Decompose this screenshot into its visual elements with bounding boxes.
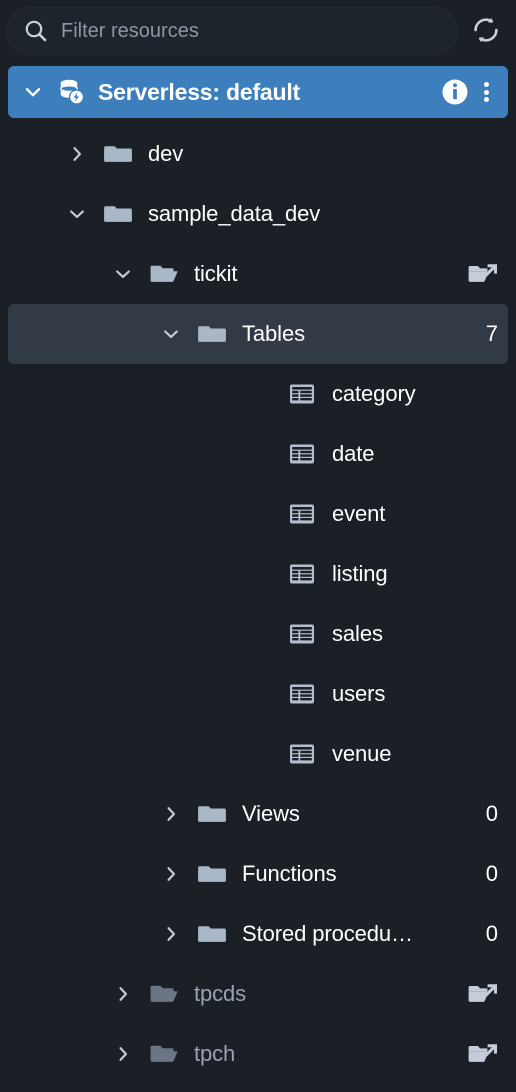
tree-row-label: sample_data_dev	[148, 201, 321, 226]
table-icon	[286, 438, 318, 470]
tree-row-label: event	[332, 501, 386, 526]
tree-row-label: tickit	[194, 261, 238, 286]
search-icon	[23, 18, 49, 44]
refresh-icon	[471, 15, 501, 48]
table-icon	[286, 738, 318, 770]
refresh-button[interactable]	[464, 9, 508, 53]
kebab-dot	[483, 97, 489, 102]
chevron-right-icon[interactable]	[110, 981, 136, 1007]
chevron-right-icon[interactable]	[110, 1041, 136, 1067]
table-icon	[286, 618, 318, 650]
folder-open-icon	[148, 1038, 180, 1070]
tree-row[interactable]: Views 0	[8, 784, 508, 844]
kebab-menu-icon[interactable]	[472, 75, 500, 109]
tree-row-label: Stored procedu…	[242, 921, 413, 946]
resource-explorer-panel: Serverless: default dev sample_data_devti…	[0, 0, 516, 1092]
table-icon	[286, 558, 318, 590]
tree-row-label: listing	[332, 561, 388, 586]
tree-row-count: 7	[485, 321, 498, 346]
tree-row-label: tpch	[194, 1041, 236, 1066]
table-icon	[286, 378, 318, 410]
table-icon	[286, 678, 318, 710]
kebab-dot	[483, 82, 489, 87]
tree-row-label: Views	[242, 801, 300, 826]
tree-row[interactable]: dev	[8, 124, 508, 184]
folder-icon	[196, 918, 228, 950]
chevron-right-icon[interactable]	[158, 861, 184, 887]
tree-row-label: dev	[148, 141, 184, 166]
folder-icon	[196, 798, 228, 830]
tree-row-count: 0	[485, 801, 498, 826]
tree-row-label: users	[332, 681, 386, 706]
search-box[interactable]	[6, 7, 458, 55]
kebab-dot	[483, 89, 489, 95]
folder-share-icon[interactable]	[466, 977, 500, 1011]
folder-open-icon	[148, 978, 180, 1010]
chevron-right-icon[interactable]	[158, 921, 184, 947]
chevron-right-icon[interactable]	[158, 801, 184, 827]
tree-row-count: 0	[485, 921, 498, 946]
tree-row-label: Tables	[242, 321, 305, 346]
folder-icon	[196, 318, 228, 350]
chevron-down-icon[interactable]	[158, 321, 184, 347]
tree-row-label: tpcds	[194, 981, 247, 1006]
tree-row[interactable]: sample_data_dev	[8, 184, 508, 244]
folder-icon	[196, 858, 228, 890]
tree-row[interactable]: venue	[8, 724, 508, 784]
folder-share-icon[interactable]	[466, 1037, 500, 1071]
chevron-down-icon[interactable]	[64, 201, 90, 227]
connection-title: Serverless: default	[98, 78, 301, 105]
tree-row-label: sales	[332, 621, 383, 646]
filter-bar	[0, 0, 516, 62]
tree-row[interactable]: category	[8, 364, 508, 424]
tree-row[interactable]: Tables 7	[8, 304, 508, 364]
tree-row[interactable]: event	[8, 484, 508, 544]
info-circle-icon[interactable]	[438, 75, 472, 109]
folder-icon	[102, 138, 134, 170]
tree-row[interactable]: Functions 0	[8, 844, 508, 904]
tree-row[interactable]: users	[8, 664, 508, 724]
chevron-down-icon[interactable]	[18, 77, 48, 107]
tree-row[interactable]: Stored procedu… 0	[8, 904, 508, 964]
tree-row-label: date	[332, 441, 375, 466]
tree-row-label: venue	[332, 741, 392, 766]
chevron-down-icon[interactable]	[110, 261, 136, 287]
tree-row[interactable]: tpch	[8, 1024, 508, 1084]
tree-row-label: category	[332, 381, 416, 406]
serverless-database-icon	[54, 75, 88, 109]
tree-row[interactable]: tickit	[8, 244, 508, 304]
tree-row[interactable]: date	[8, 424, 508, 484]
folder-open-icon	[148, 258, 180, 290]
connection-header[interactable]: Serverless: default	[8, 66, 508, 118]
tree-row-count: 0	[485, 861, 498, 886]
tree-row[interactable]: listing	[8, 544, 508, 604]
tree-row[interactable]: tpcds	[8, 964, 508, 1024]
tree-row[interactable]: sales	[8, 604, 508, 664]
folder-share-icon[interactable]	[466, 257, 500, 291]
table-icon	[286, 498, 318, 530]
chevron-right-icon[interactable]	[64, 141, 90, 167]
search-input[interactable]	[61, 19, 443, 43]
resource-tree: dev sample_data_devtickit Tables 7 category d…	[0, 124, 516, 1084]
tree-row-label: Functions	[242, 861, 337, 886]
folder-icon	[102, 198, 134, 230]
